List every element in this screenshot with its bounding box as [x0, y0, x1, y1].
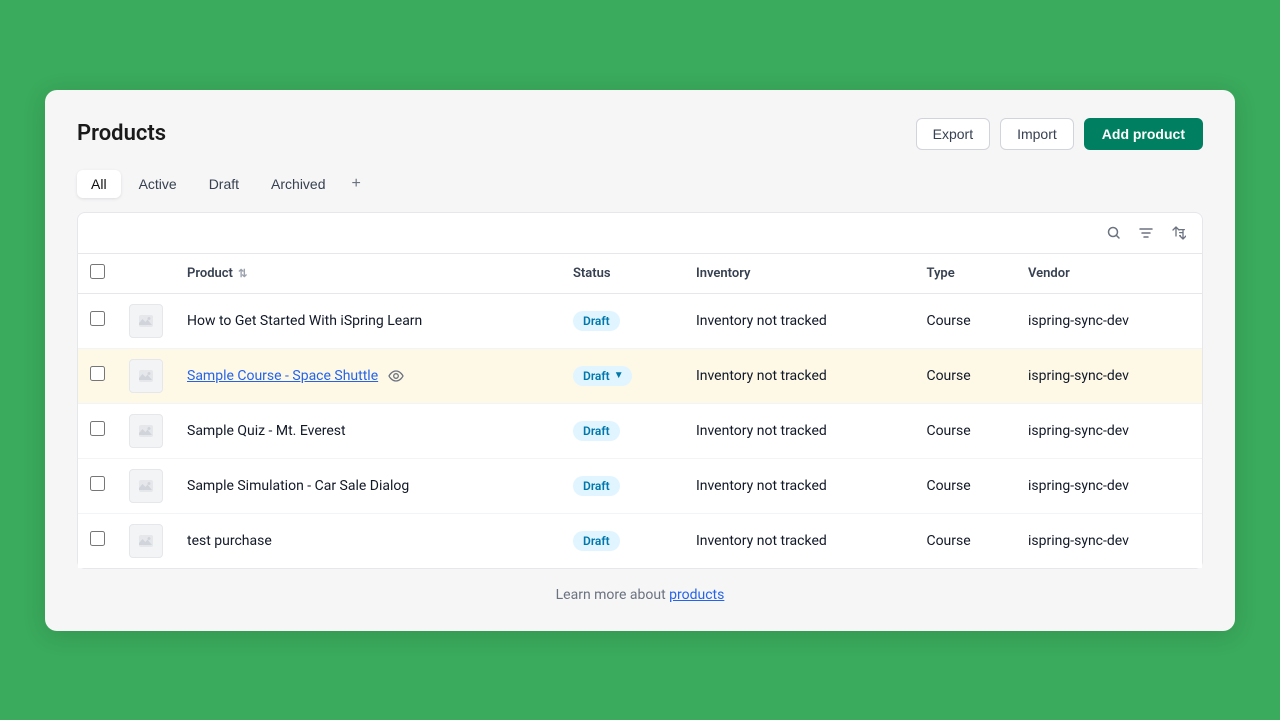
- row-type: Course: [914, 513, 1016, 568]
- row-product-name: Sample Simulation - Car Sale Dialog: [175, 458, 561, 513]
- row-checkbox[interactable]: [90, 366, 105, 381]
- sort-icon[interactable]: [1166, 221, 1190, 245]
- status-badge: Draft: [573, 476, 620, 496]
- tab-all[interactable]: All: [77, 170, 121, 198]
- row-status: Draft ▼: [561, 348, 684, 403]
- row-vendor: ispring-sync-dev: [1016, 293, 1202, 348]
- filter-icon[interactable]: [1134, 221, 1158, 245]
- product-thumbnail: [129, 469, 163, 503]
- products-card: Products Export Import Add product All A…: [45, 90, 1235, 631]
- table-row: Sample Course - Space Shuttle Draft ▼ Inve…: [78, 348, 1202, 403]
- row-status: Draft: [561, 458, 684, 513]
- row-status: Draft: [561, 403, 684, 458]
- table-row: test purchase Draft Inventory not trackedC…: [78, 513, 1202, 568]
- table-toolbar: [78, 213, 1202, 254]
- table-header-row: Product ⇅ Status Inventory Type Vendor: [78, 254, 1202, 294]
- row-type: Course: [914, 403, 1016, 458]
- status-badge-dropdown[interactable]: Draft ▼: [573, 366, 632, 386]
- products-table-container: Product ⇅ Status Inventory Type Vendor H…: [77, 212, 1203, 569]
- tab-draft[interactable]: Draft: [195, 170, 253, 198]
- row-checkbox-cell: [78, 348, 117, 403]
- row-checkbox[interactable]: [90, 421, 105, 436]
- row-inventory: Inventory not tracked: [684, 513, 915, 568]
- tab-archived[interactable]: Archived: [257, 170, 339, 198]
- row-thumbnail-cell: [117, 403, 175, 458]
- header-thumbnail-cell: [117, 254, 175, 294]
- row-product-name: How to Get Started With iSpring Learn: [175, 293, 561, 348]
- row-inventory: Inventory not tracked: [684, 458, 915, 513]
- row-checkbox-cell: [78, 513, 117, 568]
- tab-active[interactable]: Active: [125, 170, 191, 198]
- row-thumbnail-cell: [117, 458, 175, 513]
- status-badge-label: Draft: [583, 369, 610, 383]
- product-thumbnail: [129, 304, 163, 338]
- row-vendor: ispring-sync-dev: [1016, 403, 1202, 458]
- status-badge: Draft: [573, 531, 620, 551]
- import-button[interactable]: Import: [1000, 118, 1074, 150]
- products-link[interactable]: products: [669, 587, 724, 603]
- table-row: Sample Simulation - Car Sale Dialog Draft…: [78, 458, 1202, 513]
- status-badge: Draft: [573, 421, 620, 441]
- export-button[interactable]: Export: [916, 118, 990, 150]
- chevron-down-icon: ▼: [614, 370, 624, 381]
- row-checkbox[interactable]: [90, 311, 105, 326]
- footer: Learn more about products: [77, 587, 1203, 603]
- row-product-name: Sample Course - Space Shuttle: [175, 348, 561, 403]
- row-inventory: Inventory not tracked: [684, 293, 915, 348]
- products-table: Product ⇅ Status Inventory Type Vendor H…: [78, 254, 1202, 568]
- table-row: Sample Quiz - Mt. Everest Draft Inventory …: [78, 403, 1202, 458]
- row-status: Draft: [561, 513, 684, 568]
- row-checkbox-cell: [78, 458, 117, 513]
- page-header: Products Export Import Add product: [77, 118, 1203, 150]
- row-checkbox-cell: [78, 403, 117, 458]
- product-thumbnail: [129, 414, 163, 448]
- status-badge: Draft: [573, 311, 620, 331]
- row-thumbnail-cell: [117, 513, 175, 568]
- row-checkbox[interactable]: [90, 531, 105, 546]
- preview-icon[interactable]: [388, 370, 404, 382]
- row-inventory: Inventory not tracked: [684, 348, 915, 403]
- search-icon[interactable]: [1102, 221, 1126, 245]
- header-vendor: Vendor: [1016, 254, 1202, 294]
- row-thumbnail-cell: [117, 348, 175, 403]
- sort-product-icon: ⇅: [238, 267, 247, 280]
- header-actions: Export Import Add product: [916, 118, 1203, 150]
- header-type: Type: [914, 254, 1016, 294]
- table-row: How to Get Started With iSpring Learn Dra…: [78, 293, 1202, 348]
- header-status: Status: [561, 254, 684, 294]
- header-inventory: Inventory: [684, 254, 915, 294]
- row-type: Course: [914, 293, 1016, 348]
- row-type: Course: [914, 348, 1016, 403]
- row-status: Draft: [561, 293, 684, 348]
- add-tab-button[interactable]: +: [344, 171, 369, 197]
- header-product[interactable]: Product ⇅: [175, 254, 561, 294]
- row-inventory: Inventory not tracked: [684, 403, 915, 458]
- page-title: Products: [77, 121, 166, 146]
- product-thumbnail: [129, 359, 163, 393]
- row-product-name: Sample Quiz - Mt. Everest: [175, 403, 561, 458]
- header-checkbox-cell: [78, 254, 117, 294]
- row-vendor: ispring-sync-dev: [1016, 513, 1202, 568]
- product-name-link[interactable]: Sample Course - Space Shuttle: [187, 368, 378, 384]
- product-thumbnail: [129, 524, 163, 558]
- row-checkbox-cell: [78, 293, 117, 348]
- row-vendor: ispring-sync-dev: [1016, 458, 1202, 513]
- row-vendor: ispring-sync-dev: [1016, 348, 1202, 403]
- row-product-name: test purchase: [175, 513, 561, 568]
- select-all-checkbox[interactable]: [90, 264, 105, 279]
- row-type: Course: [914, 458, 1016, 513]
- tabs-container: All Active Draft Archived +: [77, 170, 1203, 198]
- row-checkbox[interactable]: [90, 476, 105, 491]
- row-thumbnail-cell: [117, 293, 175, 348]
- add-product-button[interactable]: Add product: [1084, 118, 1203, 150]
